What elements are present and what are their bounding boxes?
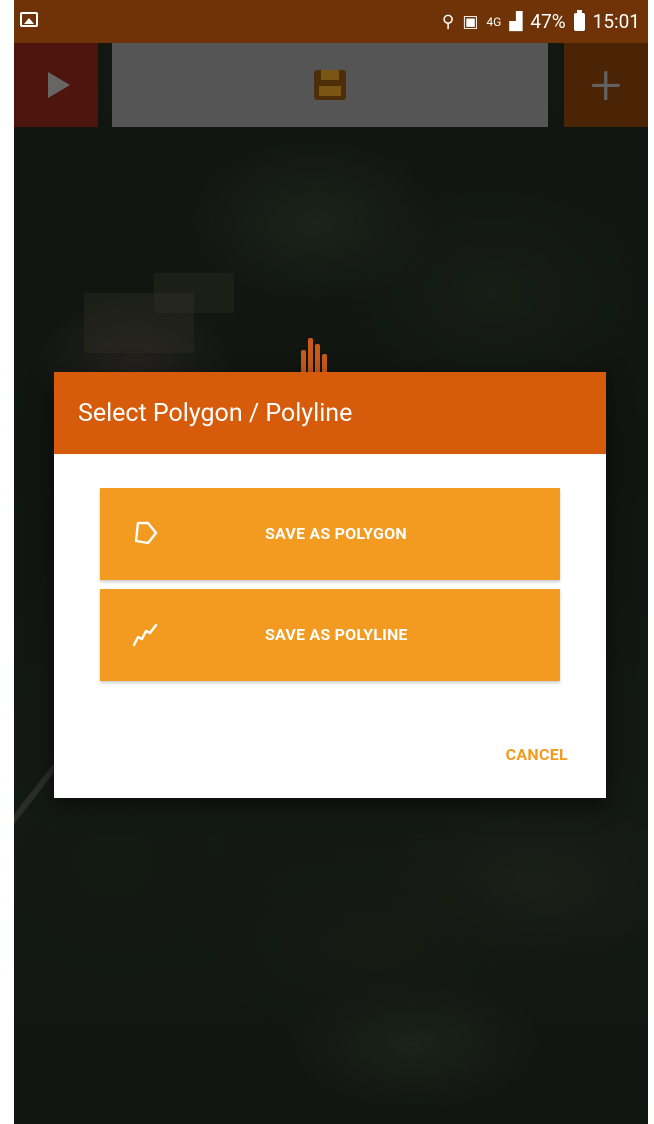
dialog-title: Select Polygon / Polyline [78,398,353,428]
save-as-polyline-button[interactable]: SAVE AS POLYLINE [100,589,560,681]
polygon-icon [134,521,158,545]
select-shape-dialog: Select Polygon / Polyline SAVE AS POLYGO… [54,372,606,798]
location-icon: ⚲ [441,11,455,32]
network-type-label: 4G [486,14,502,29]
app-screen: ⚲ ▣ 4G ▟ 47% 15:01 + Select Polygon / Po… [14,0,648,1124]
map-marker-icon [299,332,329,372]
polygon-button-label: SAVE AS POLYGON [265,524,407,543]
gallery-icon [20,12,38,27]
battery-percent: 47% [530,10,566,33]
cancel-button[interactable]: CANCEL [506,745,568,764]
signal-icon: ▟ [509,11,523,32]
save-as-polygon-button[interactable]: SAVE AS POLYGON [100,488,560,580]
clock-time: 15:01 [592,10,640,33]
data-saver-icon: ▣ [462,11,479,32]
dialog-header: Select Polygon / Polyline [54,372,606,454]
polyline-icon [132,623,158,647]
battery-icon [573,9,585,31]
polyline-button-label: SAVE AS POLYLINE [265,625,408,644]
status-bar: ⚲ ▣ 4G ▟ 47% 15:01 [14,0,648,43]
